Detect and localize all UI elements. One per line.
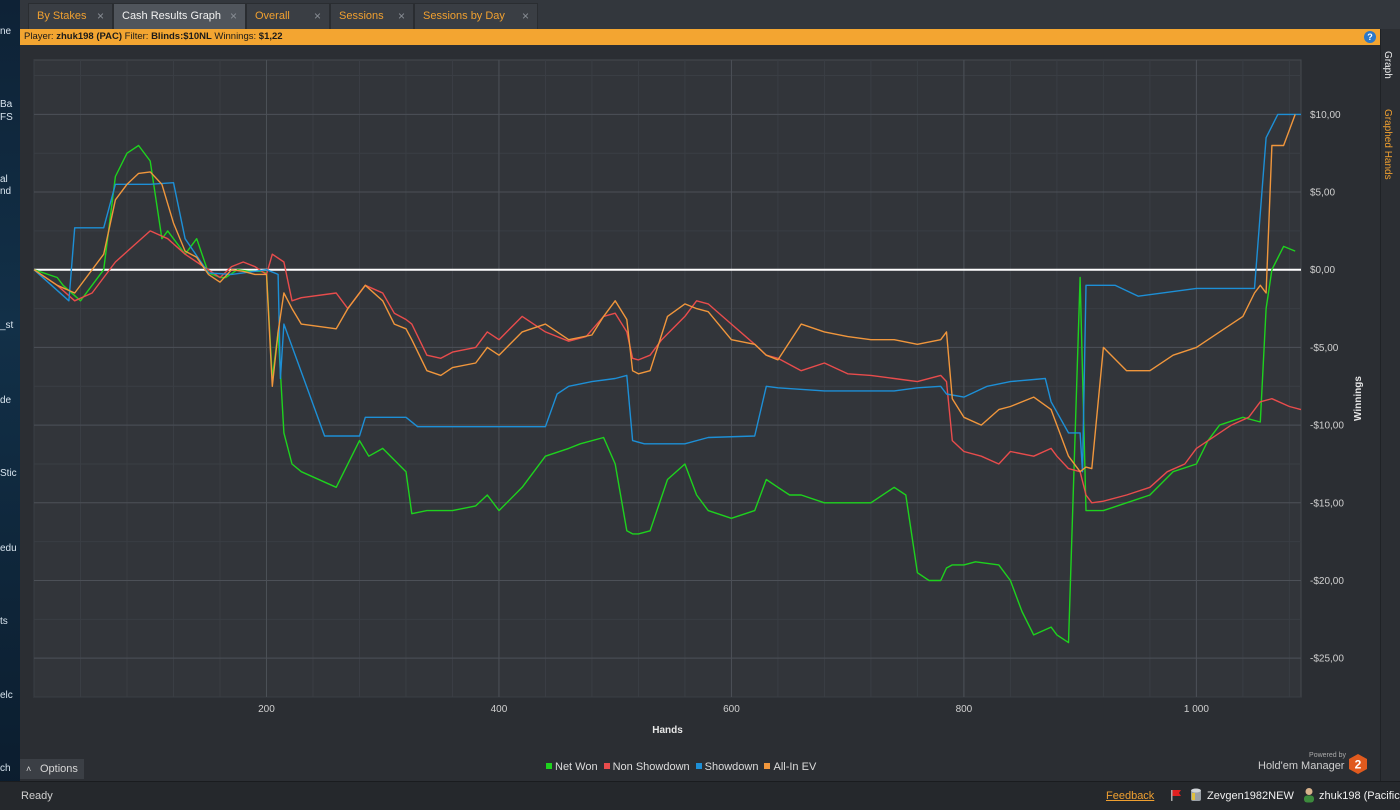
y-tick-label: -$10,00 <box>1310 421 1344 432</box>
y-tick-label: $5,00 <box>1310 188 1335 199</box>
plot-area <box>33 59 1302 698</box>
legend-item[interactable]: Non Showdown <box>603 761 690 773</box>
legend-label: All-In EV <box>773 761 817 773</box>
y-tick-label: -$5,00 <box>1310 343 1339 354</box>
x-axis-title: Hands <box>652 725 683 736</box>
chart-legend: Net Won Non Showdown Showdown All-In EV <box>546 761 822 773</box>
legend-swatch <box>603 763 610 769</box>
legend-item[interactable]: Showdown <box>695 761 759 773</box>
options-label: Options <box>40 763 78 775</box>
user-icon[interactable] <box>1302 787 1316 803</box>
y-tick-label: -$25,00 <box>1310 654 1344 665</box>
x-tick-label: 400 <box>491 704 508 715</box>
y-tick-label: $10,00 <box>1310 110 1341 121</box>
legend-label: Showdown <box>704 761 759 773</box>
y-tick-label: -$20,00 <box>1310 576 1344 587</box>
legend-swatch <box>695 763 702 769</box>
legend-label: Net Won <box>555 761 598 773</box>
x-tick-label: 1 000 <box>1184 704 1209 715</box>
powered-by-logo: Powered by Hold'em Manager 2 <box>1256 752 1374 778</box>
feedback-link[interactable]: Feedback <box>1106 790 1154 802</box>
database-icon[interactable] <box>1190 788 1202 802</box>
y-tick-label: $0,00 <box>1310 265 1335 276</box>
chevron-up-icon: ˄ <box>26 764 32 774</box>
legend-item[interactable]: All-In EV <box>764 761 816 773</box>
flag-icon[interactable] <box>1170 789 1182 801</box>
x-tick-label: 600 <box>723 704 740 715</box>
database-name: Zevgen1982NEW <box>1207 790 1294 802</box>
options-button[interactable]: ˄ Options <box>20 759 84 779</box>
hm2-badge-text: 2 <box>1355 758 1362 772</box>
x-tick-label: 800 <box>956 704 973 715</box>
legend-item[interactable]: Net Won <box>546 761 598 773</box>
x-tick-label: 200 <box>258 704 275 715</box>
powered-by-text: Powered by <box>1309 752 1346 759</box>
status-bar: Ready Feedback Zevgen1982NEW zhuk198 (Pa… <box>0 781 1400 810</box>
y-tick-label: -$15,00 <box>1310 498 1344 509</box>
legend-swatch <box>546 763 552 769</box>
y-axis-title: Winnings <box>1353 376 1364 421</box>
results-graph: 200 400 600 800 1 000 $10,00 $5,00 $0,00 -$5,00 -… <box>33 59 1364 736</box>
legend-label: Non Showdown <box>612 761 690 773</box>
hm2-logo-icon: 2 <box>1349 754 1367 774</box>
product-name: Hold'em Manager <box>1258 760 1345 772</box>
legend-swatch <box>764 763 771 769</box>
status-text: Ready <box>21 790 53 802</box>
user-name: zhuk198 (Pacific) <box>1319 790 1400 802</box>
